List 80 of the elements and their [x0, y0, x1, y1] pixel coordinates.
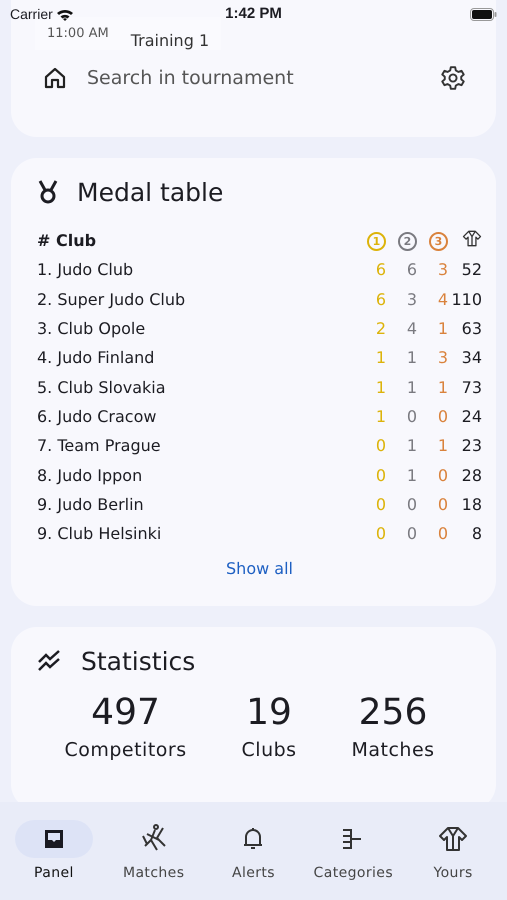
club-name: 8. Judo Ippon: [37, 466, 144, 485]
second-place-count: 1: [406, 436, 417, 456]
second-place-count: 0: [406, 524, 417, 544]
nav-tab[interactable]: Alerts: [205, 802, 302, 900]
second-place-count: 3: [406, 290, 417, 309]
clock-time: 1:42 PM: [225, 5, 282, 22]
third-place-count: 0: [436, 466, 448, 485]
total-count: 8: [470, 524, 482, 544]
second-place-count: 1: [406, 378, 417, 397]
third-place-count: 4: [436, 290, 448, 309]
stat-label: Competitors: [64, 739, 187, 761]
show-all-link[interactable]: Show all: [226, 559, 293, 578]
first-place-label: 1: [367, 232, 386, 252]
club-name: 7. Team Prague: [37, 436, 162, 456]
third-place-count: 3: [436, 348, 448, 368]
club-name: 5. Club Slovakia: [37, 378, 167, 397]
first-place-count: 0: [374, 494, 386, 514]
card-title: Medal table: [77, 178, 224, 206]
nav-tab[interactable]: Panel: [6, 802, 102, 900]
total-count: 52: [460, 260, 482, 280]
judogi-icon: [438, 826, 468, 852]
club-name: 9. Club Helsinki: [37, 524, 162, 544]
carrier-label: Carrier: [10, 6, 53, 22]
club-name: 4. Judo Finland: [37, 348, 156, 368]
third-place-label: 3: [429, 232, 448, 252]
second-place-count: 0: [406, 406, 417, 426]
stat-label: Clubs: [242, 739, 297, 761]
nav-tab[interactable]: Matches: [106, 802, 202, 900]
club-name: 3. Club Opole: [37, 319, 146, 338]
second-place-label: 2: [398, 232, 417, 252]
third-place-count: 3: [436, 260, 448, 280]
medal-icon: [37, 179, 59, 205]
stat-label: Matches: [351, 739, 435, 761]
total-count: 34: [460, 348, 482, 368]
search-field[interactable]: Search in tournament: [87, 67, 420, 89]
home-icon[interactable]: [43, 66, 67, 90]
stat-value: 497: [91, 691, 160, 735]
club-name: 1. Judo Club: [37, 260, 134, 280]
judogi-icon: [462, 230, 482, 248]
settings-icon[interactable]: [440, 65, 466, 91]
third-place-count: 0: [436, 406, 448, 426]
first-place-count: 1: [374, 406, 386, 426]
third-place-count: 0: [436, 524, 448, 544]
battery-icon: [470, 8, 497, 21]
second-place-count: 4: [406, 319, 417, 338]
total-count: 24: [460, 406, 482, 426]
first-place-count: 2: [374, 319, 386, 338]
second-place-count: 1: [406, 348, 417, 368]
club-name: 6. Judo Cracow: [37, 406, 158, 426]
first-place-count: 6: [374, 260, 386, 280]
third-place-count: 0: [436, 494, 448, 514]
card-title: Statistics: [81, 646, 196, 676]
third-place-count: 1: [436, 378, 448, 397]
first-place-count: 1: [374, 378, 386, 397]
stat-value: 19: [246, 691, 292, 735]
first-place-count: 0: [374, 466, 386, 485]
schedule-time: 11:00 AM: [47, 26, 109, 41]
second-place-count: 0: [406, 494, 417, 514]
first-place-count: 1: [374, 348, 386, 368]
total-count: 18: [460, 494, 482, 514]
total-count: 28: [460, 466, 482, 485]
total-count: 23: [460, 436, 482, 456]
nav-tab[interactable]: Categories: [305, 802, 402, 900]
second-place-count: 1: [406, 466, 417, 485]
first-place-count: 0: [374, 524, 386, 544]
club-name: 2. Super Judo Club: [37, 290, 186, 309]
total-count: 73: [460, 378, 482, 397]
first-place-count: 0: [374, 436, 386, 456]
column-header: # Club: [37, 231, 98, 250]
second-place-count: 6: [406, 260, 417, 280]
nav-tab[interactable]: Yours: [405, 802, 502, 900]
stat-value: 256: [358, 691, 428, 735]
total-count: 63: [460, 319, 482, 338]
third-place-count: 1: [436, 436, 448, 456]
schedule-title: Training 1: [130, 31, 210, 50]
third-place-count: 1: [436, 319, 448, 338]
club-name: 9. Judo Berlin: [37, 494, 145, 514]
wifi-icon: [56, 8, 74, 20]
first-place-count: 6: [374, 290, 386, 309]
total-count: 110: [450, 290, 482, 309]
